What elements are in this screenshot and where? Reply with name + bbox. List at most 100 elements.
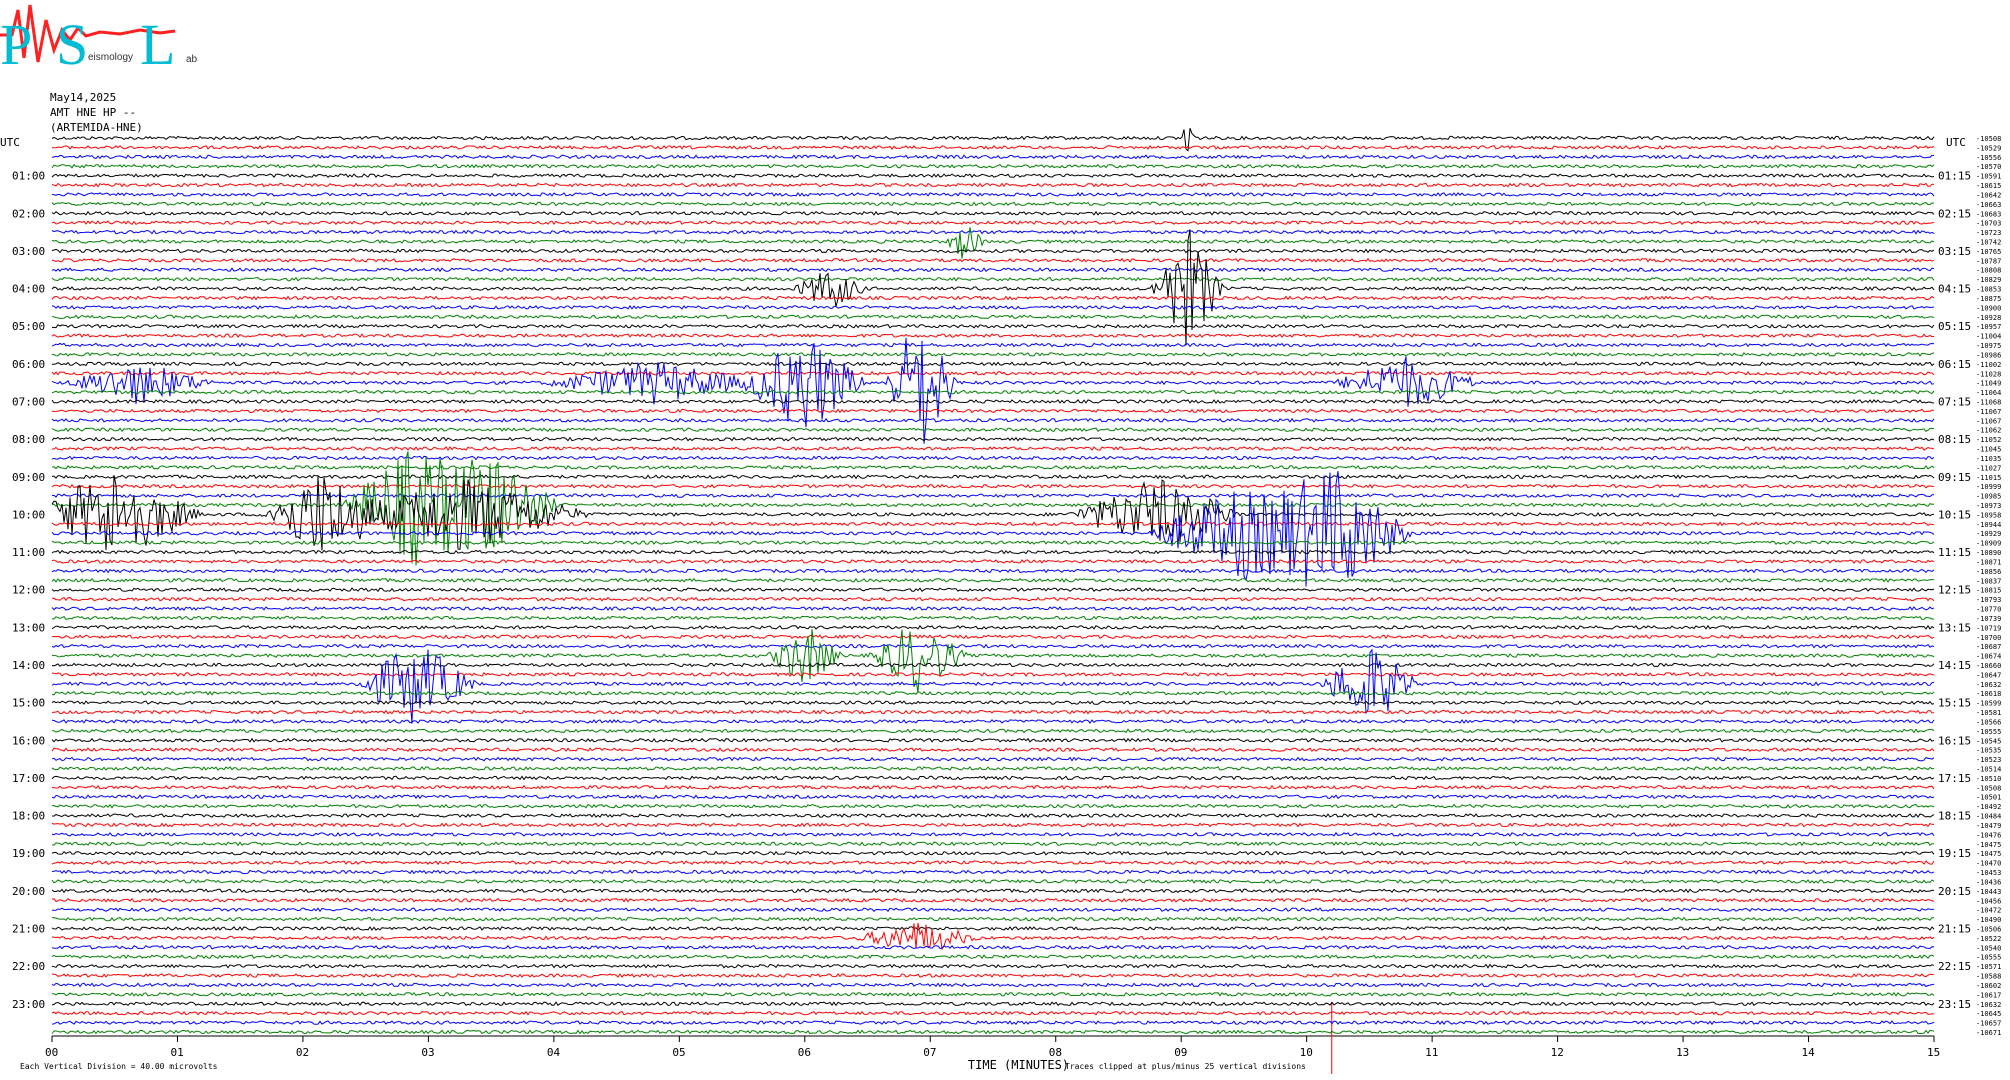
row-offset-1: -10529 xyxy=(1976,144,2001,152)
trace-row-79 xyxy=(51,878,1935,884)
x-tick-label-0: 00 xyxy=(45,1046,58,1059)
row-offset-35: -11027 xyxy=(1976,464,2001,472)
row-offset-30: -11067 xyxy=(1976,417,2001,425)
trace-row-93 xyxy=(51,1010,1935,1016)
row-offset-88: -10571 xyxy=(1976,963,2001,971)
row-offset-77: -10470 xyxy=(1976,860,2001,868)
row-offset-59: -10618 xyxy=(1976,690,2001,698)
trace-row-91 xyxy=(51,991,1935,997)
trace-row-60 xyxy=(51,700,1935,706)
trace-row-81 xyxy=(51,897,1935,903)
x-tick-label-4: 04 xyxy=(547,1046,561,1059)
trace-row-47 xyxy=(51,577,1935,583)
left-hour-label-4: 04:00 xyxy=(12,283,45,296)
row-offset-65: -10535 xyxy=(1976,747,2001,755)
left-hour-label-6: 06:00 xyxy=(12,358,45,371)
row-offset-82: -10472 xyxy=(1976,907,2001,915)
left-hour-label-2: 02:00 xyxy=(12,207,45,220)
row-offset-7: -10663 xyxy=(1976,201,2001,209)
trace-row-22 xyxy=(51,342,1935,348)
x-tick-label-9: 09 xyxy=(1174,1046,1187,1059)
left-hour-label-19: 19:00 xyxy=(12,847,45,860)
row-offset-4: -10591 xyxy=(1976,173,2001,181)
trace-row-75 xyxy=(51,841,1935,847)
trace-row-90 xyxy=(51,982,1935,988)
row-offset-46: -10856 xyxy=(1976,568,2001,576)
x-tick-label-13: 13 xyxy=(1676,1046,1689,1059)
left-hour-label-1: 01:00 xyxy=(12,170,45,183)
right-hour-label-8: 08:15 xyxy=(1938,433,1971,446)
trace-row-28 xyxy=(51,399,1935,404)
right-hour-label-1: 01:15 xyxy=(1938,170,1971,183)
row-offset-48: -10815 xyxy=(1976,587,2001,595)
row-offset-34: -11035 xyxy=(1976,455,2001,463)
row-offset-40: -10958 xyxy=(1976,511,2001,519)
right-hour-label-2: 02:15 xyxy=(1938,207,1971,220)
trace-row-94 xyxy=(51,1020,1935,1026)
row-offset-38: -10985 xyxy=(1976,493,2001,501)
left-hour-label-10: 10:00 xyxy=(12,508,45,521)
row-offset-85: -10522 xyxy=(1976,935,2001,943)
row-offset-37: -10999 xyxy=(1976,483,2001,491)
left-hour-label-11: 11:00 xyxy=(12,546,45,559)
trace-row-2 xyxy=(51,154,1935,160)
trace-row-69 xyxy=(52,784,1935,790)
trace-row-52 xyxy=(51,624,1935,630)
left-hour-label-5: 05:00 xyxy=(12,320,45,333)
trace-row-16 xyxy=(51,229,1935,346)
row-offset-92: -10632 xyxy=(1976,1001,2001,1009)
row-offset-50: -10770 xyxy=(1976,606,2001,614)
left-hour-label-23: 23:00 xyxy=(12,998,45,1011)
trace-row-46 xyxy=(51,568,1935,574)
row-offset-31: -11062 xyxy=(1976,427,2001,435)
trace-row-18 xyxy=(51,304,1935,310)
row-offset-52: -10719 xyxy=(1976,624,2001,632)
row-offset-76: -10475 xyxy=(1976,850,2001,858)
trace-row-63 xyxy=(51,728,1935,734)
row-offset-13: -10787 xyxy=(1976,257,2001,265)
trace-row-78 xyxy=(51,869,1935,875)
right-hour-label-14: 14:15 xyxy=(1938,659,1971,672)
x-tick-label-10: 10 xyxy=(1300,1046,1313,1059)
trace-row-72 xyxy=(51,813,1935,818)
row-offset-44: -10890 xyxy=(1976,549,2001,557)
row-offset-22: -10975 xyxy=(1976,342,2001,350)
trace-row-62 xyxy=(51,719,1935,724)
trace-row-49 xyxy=(51,596,1935,602)
row-offset-51: -10739 xyxy=(1976,615,2001,623)
row-offset-57: -10647 xyxy=(1976,671,2001,679)
trace-row-5 xyxy=(51,182,1935,188)
trace-row-24 xyxy=(51,361,1935,367)
row-offset-89: -10588 xyxy=(1976,973,2001,981)
left-hour-label-16: 16:00 xyxy=(12,734,45,747)
trace-row-45 xyxy=(51,559,1935,564)
row-offset-0: -10508 xyxy=(1976,135,2001,143)
row-offset-74: -10476 xyxy=(1976,831,2001,839)
trace-row-1 xyxy=(51,144,1935,150)
trace-row-56 xyxy=(51,662,1935,668)
row-offset-39: -10973 xyxy=(1976,502,2001,510)
trace-row-27 xyxy=(51,389,1935,395)
row-offset-79: -10436 xyxy=(1976,878,2001,886)
trace-row-12 xyxy=(51,248,1935,254)
row-offset-80: -10443 xyxy=(1976,888,2001,896)
right-axis-label: UTC xyxy=(1946,136,1966,149)
row-offset-17: -10875 xyxy=(1976,295,2001,303)
trace-row-70 xyxy=(51,794,1935,800)
row-offset-16: -10853 xyxy=(1976,286,2001,294)
trace-row-71 xyxy=(51,803,1935,809)
helicorder-chart: UTC UTC TIME (MINUTES) Each Vertical Div… xyxy=(0,128,2001,1074)
row-offset-84: -10506 xyxy=(1976,925,2001,933)
row-offset-49: -10793 xyxy=(1976,596,2001,604)
right-hour-label-13: 13:15 xyxy=(1938,621,1971,634)
trace-row-36 xyxy=(51,474,1935,480)
trace-row-8 xyxy=(51,210,1935,216)
trace-row-13 xyxy=(51,257,1935,263)
trace-row-3 xyxy=(51,163,1935,169)
trace-row-53 xyxy=(51,634,1935,640)
trace-row-89 xyxy=(51,973,1935,978)
row-offset-36: -11015 xyxy=(1976,474,2001,482)
row-offset-55: -10674 xyxy=(1976,653,2001,661)
row-offset-18: -10900 xyxy=(1976,304,2001,312)
trace-row-34 xyxy=(51,455,1935,461)
